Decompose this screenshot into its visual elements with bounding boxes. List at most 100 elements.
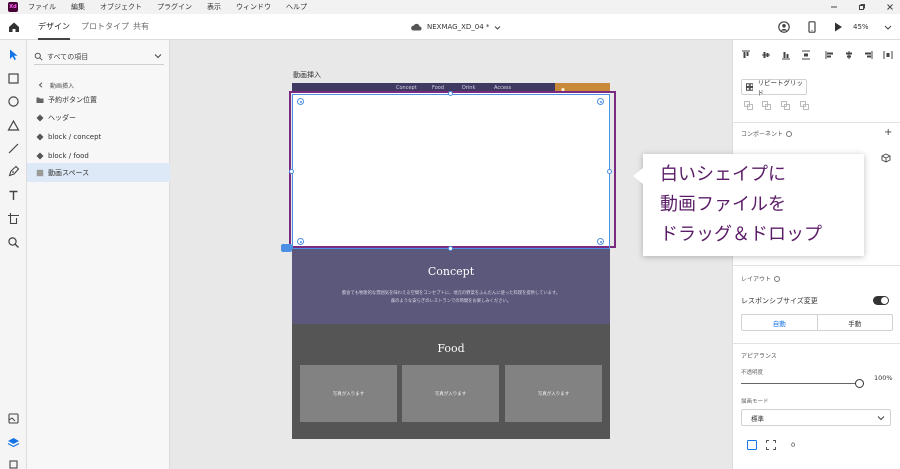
zoom-level[interactable]: 45% (853, 14, 869, 40)
chevron-down-icon[interactable] (494, 24, 501, 31)
layers-icon[interactable] (7, 436, 20, 449)
photo-placeholder[interactable]: 写真が入ります (505, 365, 602, 422)
layer-label: 予約ボタン位置 (48, 95, 97, 104)
bounds-icon[interactable] (765, 439, 777, 451)
layer-label: block / concept (48, 132, 102, 141)
menu-help[interactable]: ヘルプ (286, 2, 307, 12)
tab-prototype[interactable]: プロトタイプ (81, 14, 129, 40)
align-center-icon[interactable] (844, 50, 854, 60)
add-component-button[interactable]: + (884, 127, 892, 138)
concept-block[interactable]: Concept 都会でも牧歌的な雰囲気を味わえる空間をコンセプトに、地元の野菜を… (292, 248, 610, 324)
photo-placeholder[interactable]: 写真が入ります (402, 365, 499, 422)
boolean-subtract-icon[interactable] (762, 101, 771, 110)
responsive-resize-toggle[interactable] (873, 296, 889, 305)
resize-auto-button[interactable]: 自動 (742, 315, 818, 330)
blend-mode-select[interactable]: 標準 (741, 409, 891, 426)
layer-row-selected[interactable]: 動画スペース (27, 163, 170, 182)
menu-view[interactable]: 表示 (207, 2, 221, 12)
component-icon (36, 114, 44, 121)
xd-logo-icon: Xd (8, 2, 18, 12)
pen-tool-icon[interactable] (7, 165, 20, 178)
artboard-name[interactable]: 動画挿入 (293, 70, 321, 80)
ellipse-tool-icon[interactable] (7, 95, 20, 108)
plugins-icon[interactable] (7, 458, 20, 469)
mobile-preview-icon[interactable] (806, 21, 818, 33)
divider (733, 265, 900, 266)
radius-handle[interactable] (597, 98, 604, 105)
component-icon (36, 152, 44, 159)
play-icon[interactable] (832, 21, 844, 33)
layer-row[interactable]: block / concept (27, 127, 170, 146)
text-tool-icon[interactable] (7, 189, 20, 202)
cube-icon[interactable] (881, 153, 891, 163)
select-tool-icon[interactable] (7, 48, 20, 61)
artboard-tool-icon[interactable] (7, 212, 20, 225)
layout-section-title: レイアウト (741, 274, 781, 283)
resize-manual-button[interactable]: 手動 (818, 315, 893, 330)
polygon-tool-icon[interactable] (7, 119, 20, 132)
distribute-vertical-icon[interactable] (801, 50, 811, 60)
radius-handle[interactable] (297, 238, 304, 245)
align-right-icon[interactable] (863, 50, 873, 60)
component-section-title: コンポーネント (741, 129, 793, 138)
repeat-grid-button[interactable]: リピートグリッド (741, 79, 807, 97)
user-icon[interactable] (778, 21, 790, 33)
menu-window[interactable]: ウィンドウ (236, 2, 271, 12)
align-top-icon[interactable] (741, 50, 751, 60)
line-tool-icon[interactable] (7, 142, 20, 155)
food-block[interactable]: Food 写真が入ります 写真が入ります 写真が入ります (292, 324, 610, 439)
opacity-slider-thumb[interactable] (855, 379, 864, 388)
radius-handle[interactable] (297, 98, 304, 105)
boolean-intersect-icon[interactable] (781, 101, 790, 110)
info-icon[interactable] (786, 131, 793, 137)
tab-design[interactable]: デザイン (38, 14, 70, 40)
resize-handle[interactable] (448, 91, 453, 96)
rectangle-tool-icon[interactable] (7, 72, 20, 85)
document-title[interactable]: NEXMAG_XD_04 * (410, 14, 501, 40)
info-icon[interactable] (774, 276, 781, 282)
zoom-chevron-icon[interactable] (884, 21, 892, 33)
opacity-value[interactable]: 100% (874, 374, 893, 382)
repeat-grid-label: リピートグリッド (757, 79, 803, 97)
zoom-tool-icon[interactable] (7, 236, 20, 249)
opacity-slider-track[interactable] (741, 383, 855, 384)
tab-share[interactable]: 共有 (133, 14, 149, 40)
concept-title: Concept (427, 265, 475, 278)
window-controls (830, 0, 894, 14)
blend-mode-value: 標準 (751, 414, 764, 423)
corner-radius-value[interactable]: 0 (791, 441, 795, 449)
chevron-down-icon (877, 416, 885, 421)
layout-section-label: レイアウト (741, 276, 772, 283)
align-middle-icon[interactable] (761, 50, 771, 60)
close-icon[interactable] (886, 3, 894, 11)
home-icon[interactable] (7, 20, 21, 34)
restore-icon[interactable] (858, 3, 866, 11)
menu-edit[interactable]: 編集 (71, 2, 85, 12)
mask-icon[interactable] (746, 439, 758, 451)
radius-handle[interactable] (597, 238, 604, 245)
distribute-horizontal-icon[interactable] (883, 50, 893, 60)
selection-bounds (292, 94, 610, 249)
chevron-down-icon[interactable] (154, 52, 162, 60)
menu-file[interactable]: ファイル (28, 2, 56, 12)
resize-handle[interactable] (289, 169, 294, 174)
resize-handle[interactable] (607, 169, 612, 174)
menu-plugins[interactable]: プラグイン (157, 2, 192, 12)
layer-row[interactable]: ヘッダー (27, 108, 170, 127)
align-bottom-icon[interactable] (781, 50, 791, 60)
menu-bar: Xd ファイル 編集 オブジェクト プラグイン 表示 ウィンドウ ヘルプ (0, 0, 900, 14)
boolean-exclude-icon[interactable] (800, 101, 809, 110)
component-tag-icon[interactable] (281, 244, 292, 252)
layer-filter[interactable]: すべての項目 (34, 49, 164, 65)
align-left-icon[interactable] (825, 50, 835, 60)
minimize-icon[interactable] (830, 3, 838, 11)
resize-handle[interactable] (448, 246, 453, 251)
assets-icon[interactable] (7, 412, 20, 425)
layer-row[interactable]: 予約ボタン位置 (27, 90, 170, 109)
menu-object[interactable]: オブジェクト (100, 2, 142, 12)
top-toolbar: デザイン プロトタイプ 共有 NEXMAG_XD_04 * 45% (0, 14, 900, 40)
callout-line: 白いシェイプに (660, 164, 786, 185)
photo-placeholder[interactable]: 写真が入ります (300, 365, 397, 422)
layer-label: ヘッダー (48, 113, 76, 122)
boolean-add-icon[interactable] (744, 101, 753, 110)
